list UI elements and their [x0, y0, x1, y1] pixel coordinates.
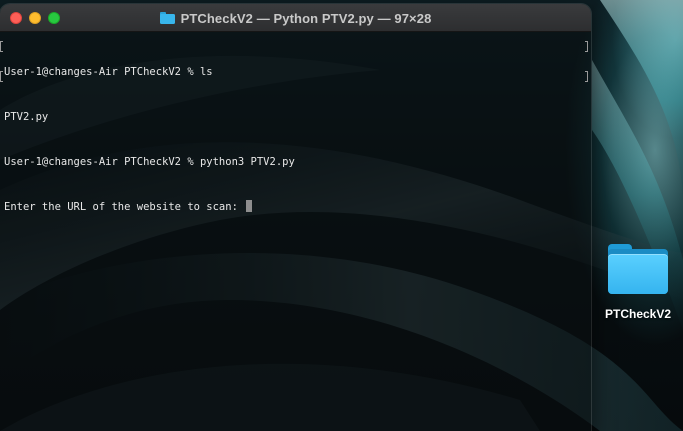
line-mark-icon: [0, 71, 3, 82]
terminal-line: User-1@changes-Air PTCheckV2 % python3 P…: [4, 156, 295, 168]
terminal-line: User-1@changes-Air PTCheckV2 % ls: [4, 66, 213, 78]
window-title: PTCheckV2 — Python PTV2.py — 97×28: [0, 4, 591, 32]
folder-icon: [159, 12, 175, 24]
terminal-output[interactable]: User-1@changes-Air PTCheckV2 % ls PTV2.p…: [0, 32, 591, 431]
terminal-lines: User-1@changes-Air PTCheckV2 % ls PTV2.p…: [4, 35, 295, 245]
line-mark-icon: [585, 71, 588, 82]
text-cursor: [246, 200, 253, 212]
desktop: PTCheckV2 — Python PTV2.py — 97×28 User-…: [0, 0, 683, 431]
folder-icon: [608, 244, 668, 294]
desktop-icon-label: PTCheckV2: [604, 307, 672, 321]
window-title-text: PTCheckV2 — Python PTV2.py — 97×28: [180, 10, 432, 26]
terminal-prompt-line[interactable]: Enter the URL of the website to scan:: [4, 200, 295, 215]
line-mark-icon: [0, 41, 3, 52]
title-bar[interactable]: PTCheckV2 — Python PTV2.py — 97×28: [0, 4, 591, 32]
terminal-line: PTV2.py: [4, 111, 49, 123]
prompt-text: Enter the URL of the website to scan:: [4, 201, 245, 213]
desktop-folder-ptcheckv2[interactable]: PTCheckV2: [598, 244, 678, 324]
terminal-window[interactable]: PTCheckV2 — Python PTV2.py — 97×28 User-…: [0, 4, 591, 431]
line-mark-icon: [585, 41, 588, 52]
